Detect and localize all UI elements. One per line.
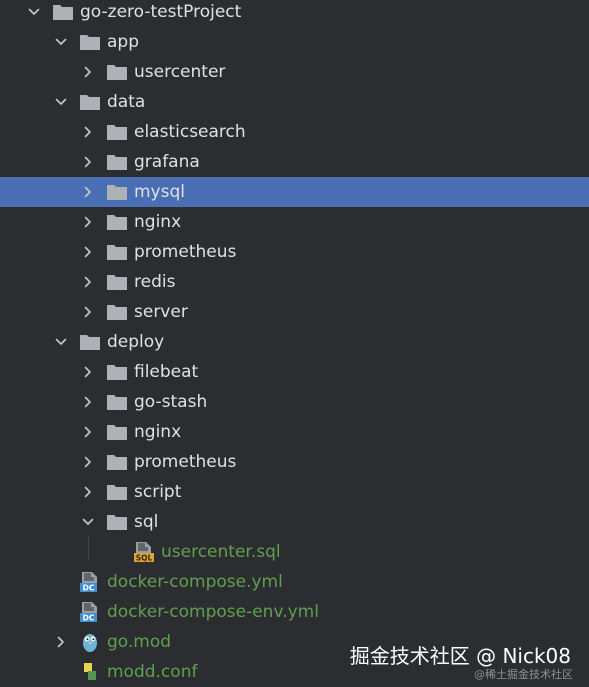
folder-icon: [106, 421, 128, 443]
tree-item-label: script: [134, 482, 182, 502]
tree-item-label: go.mod: [107, 632, 172, 652]
tree-item-label: server: [134, 302, 188, 322]
tree-item-label: docker-compose-env.yml: [107, 602, 319, 622]
docker-compose-file-icon: DC: [79, 571, 101, 593]
config-file-icon: [79, 661, 101, 683]
folder-icon: [106, 151, 128, 173]
folder-icon: [106, 361, 128, 383]
tree-row-data[interactable]: data: [0, 87, 589, 117]
chevron-right-icon[interactable]: [82, 477, 94, 507]
chevron-right-icon[interactable]: [82, 57, 94, 87]
tree-row-script[interactable]: script: [0, 477, 589, 507]
tree-item-label: deploy: [107, 332, 165, 352]
svg-text:SQL: SQL: [136, 554, 153, 563]
tree-item-label: filebeat: [134, 362, 199, 382]
tree-item-label: usercenter: [134, 62, 226, 82]
folder-icon: [106, 391, 128, 413]
chevron-right-icon[interactable]: [82, 207, 94, 237]
chevron-right-icon[interactable]: [82, 117, 94, 147]
chevron-right-icon[interactable]: [55, 627, 67, 657]
tree-row-go-stash[interactable]: go-stash: [0, 387, 589, 417]
folder-icon: [79, 91, 101, 113]
folder-icon: [106, 241, 128, 263]
tree-row-app[interactable]: app: [0, 27, 589, 57]
tree-item-label: modd.conf: [107, 662, 198, 682]
tree-item-label: data: [107, 92, 146, 112]
tree-item-label: app: [107, 32, 139, 52]
folder-icon: [106, 271, 128, 293]
tree-row-mysql[interactable]: mysql: [0, 177, 589, 207]
chevron-right-icon[interactable]: [82, 297, 94, 327]
tree-item-label: go-zero-testProject: [80, 2, 242, 22]
chevron-right-icon[interactable]: [82, 447, 94, 477]
folder-icon: [52, 1, 74, 23]
tree-item-label: usercenter.sql: [161, 542, 281, 562]
chevron-right-icon[interactable]: [82, 237, 94, 267]
chevron-down-icon[interactable]: [55, 87, 67, 117]
chevron-right-icon[interactable]: [82, 387, 94, 417]
folder-icon: [106, 511, 128, 533]
chevron-down-icon[interactable]: [82, 507, 94, 537]
tree-row-redis[interactable]: redis: [0, 267, 589, 297]
chevron-down-icon[interactable]: [55, 27, 67, 57]
folder-icon: [79, 331, 101, 353]
svg-text:DC: DC: [83, 584, 95, 593]
tree-item-label: go-stash: [134, 392, 208, 412]
sql-file-icon: SQL: [133, 541, 155, 563]
chevron-down-icon[interactable]: [55, 327, 67, 357]
watermark-text: 掘金技术社区 @ Nick08: [349, 644, 571, 668]
go-gopher-icon: [79, 631, 101, 653]
chevron-right-icon[interactable]: [82, 357, 94, 387]
tree-row-docker-compose-env-yml[interactable]: DC docker-compose-env.yml: [0, 597, 589, 627]
tree-row-prometheus[interactable]: prometheus: [0, 237, 589, 267]
tree-row-nginx[interactable]: nginx: [0, 207, 589, 237]
tree-item-label: prometheus: [134, 242, 237, 262]
tree-item-label: redis: [134, 272, 176, 292]
tree-row-filebeat[interactable]: filebeat: [0, 357, 589, 387]
tree-item-label: elasticsearch: [134, 122, 246, 142]
project-tree: go-zero-testProject app usercenter data elas…: [0, 0, 589, 687]
tree-row-nginx[interactable]: nginx: [0, 417, 589, 447]
tree-item-label: prometheus: [134, 452, 237, 472]
chevron-down-icon[interactable]: [28, 0, 40, 27]
tree-item-label: nginx: [134, 212, 182, 232]
folder-icon: [106, 61, 128, 83]
chevron-right-icon[interactable]: [82, 417, 94, 447]
folder-icon: [106, 181, 128, 203]
folder-icon: [106, 121, 128, 143]
indent-guide-line: [88, 537, 89, 561]
folder-icon: [106, 211, 128, 233]
svg-text:DC: DC: [83, 614, 95, 623]
watermark-subtext: @稀土掘金技术社区: [474, 668, 573, 681]
folder-icon: [106, 481, 128, 503]
tree-row-go-zero-testproject[interactable]: go-zero-testProject: [0, 0, 589, 27]
tree-row-grafana[interactable]: grafana: [0, 147, 589, 177]
tree-row-deploy[interactable]: deploy: [0, 327, 589, 357]
folder-icon: [106, 451, 128, 473]
chevron-right-icon[interactable]: [82, 267, 94, 297]
tree-row-elasticsearch[interactable]: elasticsearch: [0, 117, 589, 147]
tree-row-server[interactable]: server: [0, 297, 589, 327]
docker-compose-file-icon: DC: [79, 601, 101, 623]
tree-item-label: grafana: [134, 152, 200, 172]
tree-item-label: mysql: [134, 182, 185, 202]
tree-item-label: nginx: [134, 422, 182, 442]
tree-item-label: docker-compose.yml: [107, 572, 283, 592]
tree-item-label: sql: [134, 512, 159, 532]
tree-row-prometheus[interactable]: prometheus: [0, 447, 589, 477]
chevron-right-icon[interactable]: [82, 147, 94, 177]
tree-row-usercenter[interactable]: usercenter: [0, 57, 589, 87]
folder-icon: [106, 301, 128, 323]
tree-row-docker-compose-yml[interactable]: DC docker-compose.yml: [0, 567, 589, 597]
chevron-right-icon[interactable]: [82, 177, 94, 207]
folder-icon: [79, 31, 101, 53]
tree-row-sql[interactable]: sql: [0, 507, 589, 537]
